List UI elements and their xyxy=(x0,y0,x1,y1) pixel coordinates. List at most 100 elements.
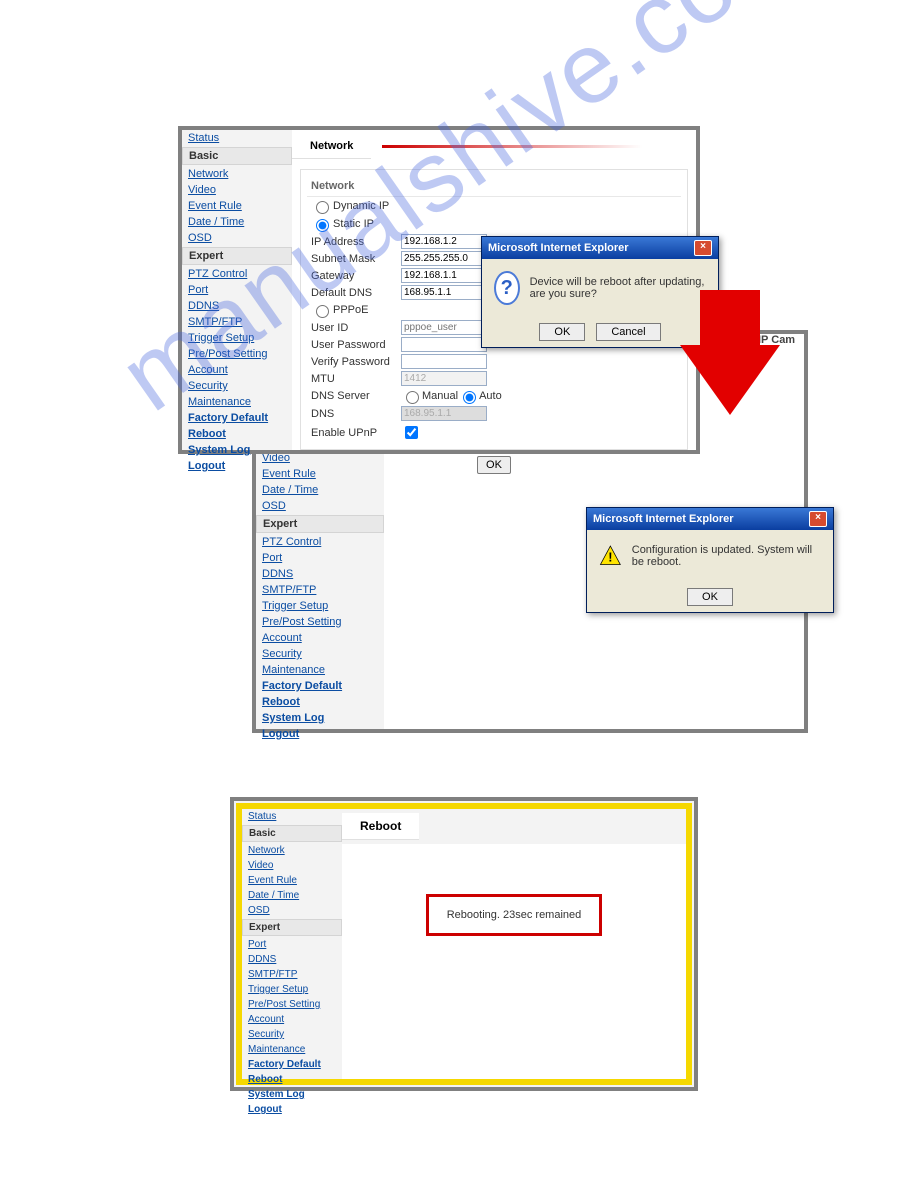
question-icon: ? xyxy=(494,271,520,305)
radio-manual[interactable] xyxy=(406,391,419,404)
sidebar-3: Status Basic Network Video Event Rule Da… xyxy=(242,809,342,1079)
radio-auto[interactable] xyxy=(463,391,476,404)
sb3-reboot[interactable]: Reboot xyxy=(242,1072,342,1087)
sb3-logout[interactable]: Logout xyxy=(242,1102,342,1117)
sb2-ddns[interactable]: DDNS xyxy=(256,566,384,582)
close-icon-2[interactable]: × xyxy=(809,511,827,527)
dialog1-title: Microsoft Internet Explorer xyxy=(488,242,629,254)
sb-port[interactable]: Port xyxy=(182,282,292,298)
dns2-label: DNS xyxy=(311,408,401,420)
sb-event-rule[interactable]: Event Rule xyxy=(182,198,292,214)
sb3-prepost[interactable]: Pre/Post Setting xyxy=(242,997,342,1012)
sb-trigger[interactable]: Trigger Setup xyxy=(182,330,292,346)
radio-dynamic[interactable] xyxy=(316,201,329,214)
sb-ddns[interactable]: DDNS xyxy=(182,298,292,314)
sb-date-time[interactable]: Date / Time xyxy=(182,214,292,230)
sb3-trigger[interactable]: Trigger Setup xyxy=(242,982,342,997)
vpw-input[interactable] xyxy=(401,354,487,369)
sidebar-1: Status Basic Network Video Event Rule Da… xyxy=(182,130,292,450)
upw-label: User Password xyxy=(311,339,401,351)
sb3-ddns[interactable]: DDNS xyxy=(242,952,342,967)
sb3-security[interactable]: Security xyxy=(242,1027,342,1042)
sb3-account[interactable]: Account xyxy=(242,1012,342,1027)
sb-account[interactable]: Account xyxy=(182,362,292,378)
tab-network: Network xyxy=(292,134,371,159)
upnp-label: Enable UPnP xyxy=(311,427,401,439)
svg-text:!: ! xyxy=(608,550,612,565)
sb3-status[interactable]: Status xyxy=(242,809,342,824)
mask-input[interactable] xyxy=(401,251,487,266)
sb2-date[interactable]: Date / Time xyxy=(256,482,384,498)
sb-status[interactable]: Status xyxy=(182,130,292,146)
sb-security[interactable]: Security xyxy=(182,378,292,394)
sb-smtp[interactable]: SMTP/FTP xyxy=(182,314,292,330)
dialog2-title: Microsoft Internet Explorer xyxy=(593,513,734,525)
sb3-network[interactable]: Network xyxy=(242,843,342,858)
dialog1-cancel[interactable]: Cancel xyxy=(596,323,660,341)
sb2-security[interactable]: Security xyxy=(256,646,384,662)
warning-icon: ! xyxy=(599,542,622,570)
ok-button[interactable]: OK xyxy=(477,456,511,474)
uid-input[interactable] xyxy=(401,320,487,335)
manual-label: Manual xyxy=(422,390,458,402)
sb-reboot[interactable]: Reboot xyxy=(182,426,292,442)
sb2-trigger[interactable]: Trigger Setup xyxy=(256,598,384,614)
uid-label: User ID xyxy=(311,322,401,334)
dialog1-ok[interactable]: OK xyxy=(539,323,585,341)
dns-label: Default DNS xyxy=(311,287,401,299)
sb3-factory[interactable]: Factory Default xyxy=(242,1057,342,1072)
section-label: Network xyxy=(307,176,681,197)
close-icon[interactable]: × xyxy=(694,240,712,256)
sb-prepost[interactable]: Pre/Post Setting xyxy=(182,346,292,362)
sb3-osd[interactable]: OSD xyxy=(242,903,342,918)
sb3-port[interactable]: Port xyxy=(242,937,342,952)
dns-input[interactable] xyxy=(401,285,487,300)
sb-osd[interactable]: OSD xyxy=(182,230,292,246)
sb-video[interactable]: Video xyxy=(182,182,292,198)
sb3-video[interactable]: Video xyxy=(242,858,342,873)
dialog-info: Microsoft Internet Explorer × ! Configur… xyxy=(586,507,834,613)
sb3-syslog[interactable]: System Log xyxy=(242,1087,342,1102)
sb2-factory[interactable]: Factory Default xyxy=(256,678,384,694)
dialog2-ok[interactable]: OK xyxy=(687,588,733,606)
dialog-confirm: Microsoft Internet Explorer × ? Device w… xyxy=(481,236,719,348)
ip-input[interactable] xyxy=(401,234,487,249)
sb-cat-basic: Basic xyxy=(182,147,292,165)
dialog1-titlebar: Microsoft Internet Explorer × xyxy=(482,237,718,259)
sb-factory[interactable]: Factory Default xyxy=(182,410,292,426)
reboot-message: Rebooting. 23sec remained xyxy=(426,894,603,936)
panel-reboot: Status Basic Network Video Event Rule Da… xyxy=(236,803,692,1085)
sb2-ptz[interactable]: PTZ Control xyxy=(256,534,384,550)
dialog1-msg: Device will be reboot after updating, ar… xyxy=(530,276,706,300)
sb-cat-expert: Expert xyxy=(182,247,292,265)
radio-static[interactable] xyxy=(316,219,329,232)
sb2-maint[interactable]: Maintenance xyxy=(256,662,384,678)
sb3-date[interactable]: Date / Time xyxy=(242,888,342,903)
dialog2-titlebar: Microsoft Internet Explorer × xyxy=(587,508,833,530)
sb2-logout[interactable]: Logout xyxy=(256,726,384,742)
upnp-check[interactable] xyxy=(405,426,418,439)
sb3-event[interactable]: Event Rule xyxy=(242,873,342,888)
sb2-account[interactable]: Account xyxy=(256,630,384,646)
sb2-reboot[interactable]: Reboot xyxy=(256,694,384,710)
sb-ptz[interactable]: PTZ Control xyxy=(182,266,292,282)
sb3-maint[interactable]: Maintenance xyxy=(242,1042,342,1057)
sb-logout[interactable]: Logout xyxy=(182,458,292,474)
sb2-prepost[interactable]: Pre/Post Setting xyxy=(256,614,384,630)
gw-input[interactable] xyxy=(401,268,487,283)
ip-label: IP Address xyxy=(311,236,401,248)
sb2-cat-expert: Expert xyxy=(256,515,384,533)
sb3-smtp[interactable]: SMTP/FTP xyxy=(242,967,342,982)
sb2-syslog[interactable]: System Log xyxy=(256,710,384,726)
sb-network[interactable]: Network xyxy=(182,166,292,182)
sb-syslog[interactable]: System Log xyxy=(182,442,292,458)
pppoe-label: PPPoE xyxy=(333,304,368,316)
sb2-smtp[interactable]: SMTP/FTP xyxy=(256,582,384,598)
sb2-osd[interactable]: OSD xyxy=(256,498,384,514)
sb2-port[interactable]: Port xyxy=(256,550,384,566)
upw-input[interactable] xyxy=(401,337,487,352)
panel-reboot-outer: Status Basic Network Video Event Rule Da… xyxy=(230,797,698,1091)
radio-pppoe[interactable] xyxy=(316,305,329,318)
sb-maint[interactable]: Maintenance xyxy=(182,394,292,410)
vpw-label: Verify Password xyxy=(311,356,401,368)
